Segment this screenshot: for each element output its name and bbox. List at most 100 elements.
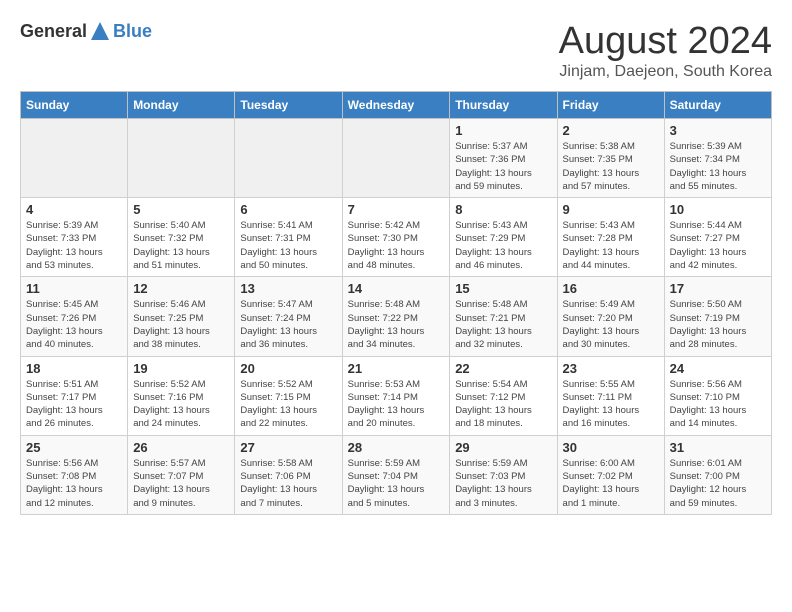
weekday-header-tuesday: Tuesday	[235, 92, 342, 119]
calendar-week-2: 4 Sunrise: 5:39 AM Sunset: 7:33 PM Daylig…	[21, 198, 772, 277]
day-number: 23	[563, 361, 659, 376]
day-number: 19	[133, 361, 229, 376]
logo-icon	[89, 20, 111, 42]
day-info: Sunrise: 5:57 AM Sunset: 7:07 PM Dayligh…	[133, 457, 229, 510]
day-info: Sunrise: 5:41 AM Sunset: 7:31 PM Dayligh…	[240, 219, 336, 272]
day-info: Sunrise: 5:56 AM Sunset: 7:10 PM Dayligh…	[670, 378, 766, 431]
calendar-cell: 28Sunrise: 5:59 AM Sunset: 7:04 PM Dayli…	[342, 435, 450, 514]
calendar-cell: 10Sunrise: 5:44 AM Sunset: 7:27 PM Dayli…	[664, 198, 771, 277]
calendar-cell: 13 Sunrise: 5:47 AM Sunset: 7:24 PM Dayli…	[235, 277, 342, 356]
day-number: 17	[670, 281, 766, 296]
calendar-cell	[235, 119, 342, 198]
day-number: 1	[455, 123, 551, 138]
title-block: August 2024 Jinjam, Daejeon, South Korea	[559, 20, 772, 81]
calendar-cell: 8 Sunrise: 5:43 AM Sunset: 7:29 PM Daylig…	[450, 198, 557, 277]
calendar-cell: 15 Sunrise: 5:48 AM Sunset: 7:21 PM Dayli…	[450, 277, 557, 356]
calendar-cell: 22 Sunrise: 5:54 AM Sunset: 7:12 PM Dayli…	[450, 356, 557, 435]
calendar-cell: 9Sunrise: 5:43 AM Sunset: 7:28 PM Daylig…	[557, 198, 664, 277]
calendar-cell: 4 Sunrise: 5:39 AM Sunset: 7:33 PM Daylig…	[21, 198, 128, 277]
day-info: Sunrise: 5:48 AM Sunset: 7:22 PM Dayligh…	[348, 298, 445, 351]
day-info: Sunrise: 5:58 AM Sunset: 7:06 PM Dayligh…	[240, 457, 336, 510]
calendar-cell: 16Sunrise: 5:49 AM Sunset: 7:20 PM Dayli…	[557, 277, 664, 356]
day-info: Sunrise: 5:50 AM Sunset: 7:19 PM Dayligh…	[670, 298, 766, 351]
calendar-cell: 27 Sunrise: 5:58 AM Sunset: 7:06 PM Dayli…	[235, 435, 342, 514]
day-info: Sunrise: 5:37 AM Sunset: 7:36 PM Dayligh…	[455, 140, 551, 193]
day-number: 6	[240, 202, 336, 217]
day-number: 26	[133, 440, 229, 455]
calendar-cell: 25 Sunrise: 5:56 AM Sunset: 7:08 PM Dayli…	[21, 435, 128, 514]
day-number: 2	[563, 123, 659, 138]
day-info: Sunrise: 5:53 AM Sunset: 7:14 PM Dayligh…	[348, 378, 445, 431]
day-info: Sunrise: 5:42 AM Sunset: 7:30 PM Dayligh…	[348, 219, 445, 272]
day-number: 9	[563, 202, 659, 217]
day-info: Sunrise: 5:38 AM Sunset: 7:35 PM Dayligh…	[563, 140, 659, 193]
day-number: 14	[348, 281, 445, 296]
calendar-table: SundayMondayTuesdayWednesdayThursdayFrid…	[20, 91, 772, 515]
day-number: 13	[240, 281, 336, 296]
day-info: Sunrise: 5:43 AM Sunset: 7:29 PM Dayligh…	[455, 219, 551, 272]
logo: General Blue	[20, 20, 152, 42]
calendar-cell: 29Sunrise: 5:59 AM Sunset: 7:03 PM Dayli…	[450, 435, 557, 514]
day-info: Sunrise: 5:56 AM Sunset: 7:08 PM Dayligh…	[26, 457, 122, 510]
day-number: 10	[670, 202, 766, 217]
day-info: Sunrise: 5:47 AM Sunset: 7:24 PM Dayligh…	[240, 298, 336, 351]
day-number: 20	[240, 361, 336, 376]
day-info: Sunrise: 6:00 AM Sunset: 7:02 PM Dayligh…	[563, 457, 659, 510]
day-info: Sunrise: 5:54 AM Sunset: 7:12 PM Dayligh…	[455, 378, 551, 431]
logo-blue-text: Blue	[113, 21, 152, 42]
day-number: 12	[133, 281, 229, 296]
calendar-week-5: 25 Sunrise: 5:56 AM Sunset: 7:08 PM Dayli…	[21, 435, 772, 514]
calendar-cell: 30 Sunrise: 6:00 AM Sunset: 7:02 PM Dayli…	[557, 435, 664, 514]
day-number: 28	[348, 440, 445, 455]
day-number: 31	[670, 440, 766, 455]
day-info: Sunrise: 5:39 AM Sunset: 7:34 PM Dayligh…	[670, 140, 766, 193]
day-info: Sunrise: 5:48 AM Sunset: 7:21 PM Dayligh…	[455, 298, 551, 351]
calendar-cell: 18Sunrise: 5:51 AM Sunset: 7:17 PM Dayli…	[21, 356, 128, 435]
day-number: 21	[348, 361, 445, 376]
calendar-cell: 19 Sunrise: 5:52 AM Sunset: 7:16 PM Dayli…	[128, 356, 235, 435]
calendar-cell	[21, 119, 128, 198]
weekday-header-thursday: Thursday	[450, 92, 557, 119]
day-number: 16	[563, 281, 659, 296]
day-info: Sunrise: 5:52 AM Sunset: 7:15 PM Dayligh…	[240, 378, 336, 431]
day-info: Sunrise: 5:55 AM Sunset: 7:11 PM Dayligh…	[563, 378, 659, 431]
calendar-cell: 3Sunrise: 5:39 AM Sunset: 7:34 PM Daylig…	[664, 119, 771, 198]
calendar-cell	[342, 119, 450, 198]
calendar-cell: 14 Sunrise: 5:48 AM Sunset: 7:22 PM Dayli…	[342, 277, 450, 356]
location-subtitle: Jinjam, Daejeon, South Korea	[559, 63, 772, 81]
day-number: 15	[455, 281, 551, 296]
day-number: 30	[563, 440, 659, 455]
month-title: August 2024	[559, 20, 772, 63]
day-info: Sunrise: 5:52 AM Sunset: 7:16 PM Dayligh…	[133, 378, 229, 431]
weekday-header-saturday: Saturday	[664, 92, 771, 119]
calendar-cell: 21 Sunrise: 5:53 AM Sunset: 7:14 PM Dayli…	[342, 356, 450, 435]
calendar-cell: 12Sunrise: 5:46 AM Sunset: 7:25 PM Dayli…	[128, 277, 235, 356]
weekday-header-friday: Friday	[557, 92, 664, 119]
calendar-cell: 7 Sunrise: 5:42 AM Sunset: 7:30 PM Daylig…	[342, 198, 450, 277]
calendar-cell: 6 Sunrise: 5:41 AM Sunset: 7:31 PM Daylig…	[235, 198, 342, 277]
calendar-cell	[128, 119, 235, 198]
day-number: 27	[240, 440, 336, 455]
day-number: 4	[26, 202, 122, 217]
calendar-cell: 5Sunrise: 5:40 AM Sunset: 7:32 PM Daylig…	[128, 198, 235, 277]
calendar-cell: 24Sunrise: 5:56 AM Sunset: 7:10 PM Dayli…	[664, 356, 771, 435]
day-number: 11	[26, 281, 122, 296]
calendar-cell: 23 Sunrise: 5:55 AM Sunset: 7:11 PM Dayli…	[557, 356, 664, 435]
calendar-cell: 1 Sunrise: 5:37 AM Sunset: 7:36 PM Daylig…	[450, 119, 557, 198]
calendar-cell: 2 Sunrise: 5:38 AM Sunset: 7:35 PM Daylig…	[557, 119, 664, 198]
day-number: 29	[455, 440, 551, 455]
weekday-header-row: SundayMondayTuesdayWednesdayThursdayFrid…	[21, 92, 772, 119]
day-info: Sunrise: 5:45 AM Sunset: 7:26 PM Dayligh…	[26, 298, 122, 351]
calendar-cell: 26 Sunrise: 5:57 AM Sunset: 7:07 PM Dayli…	[128, 435, 235, 514]
day-number: 25	[26, 440, 122, 455]
day-number: 22	[455, 361, 551, 376]
page-header: General Blue August 2024 Jinjam, Daejeon…	[20, 20, 772, 81]
day-info: Sunrise: 6:01 AM Sunset: 7:00 PM Dayligh…	[670, 457, 766, 510]
day-number: 8	[455, 202, 551, 217]
day-number: 7	[348, 202, 445, 217]
calendar-week-3: 11 Sunrise: 5:45 AM Sunset: 7:26 PM Dayli…	[21, 277, 772, 356]
day-info: Sunrise: 5:51 AM Sunset: 7:17 PM Dayligh…	[26, 378, 122, 431]
calendar-week-4: 18Sunrise: 5:51 AM Sunset: 7:17 PM Dayli…	[21, 356, 772, 435]
day-info: Sunrise: 5:39 AM Sunset: 7:33 PM Dayligh…	[26, 219, 122, 272]
calendar-cell: 20 Sunrise: 5:52 AM Sunset: 7:15 PM Dayli…	[235, 356, 342, 435]
